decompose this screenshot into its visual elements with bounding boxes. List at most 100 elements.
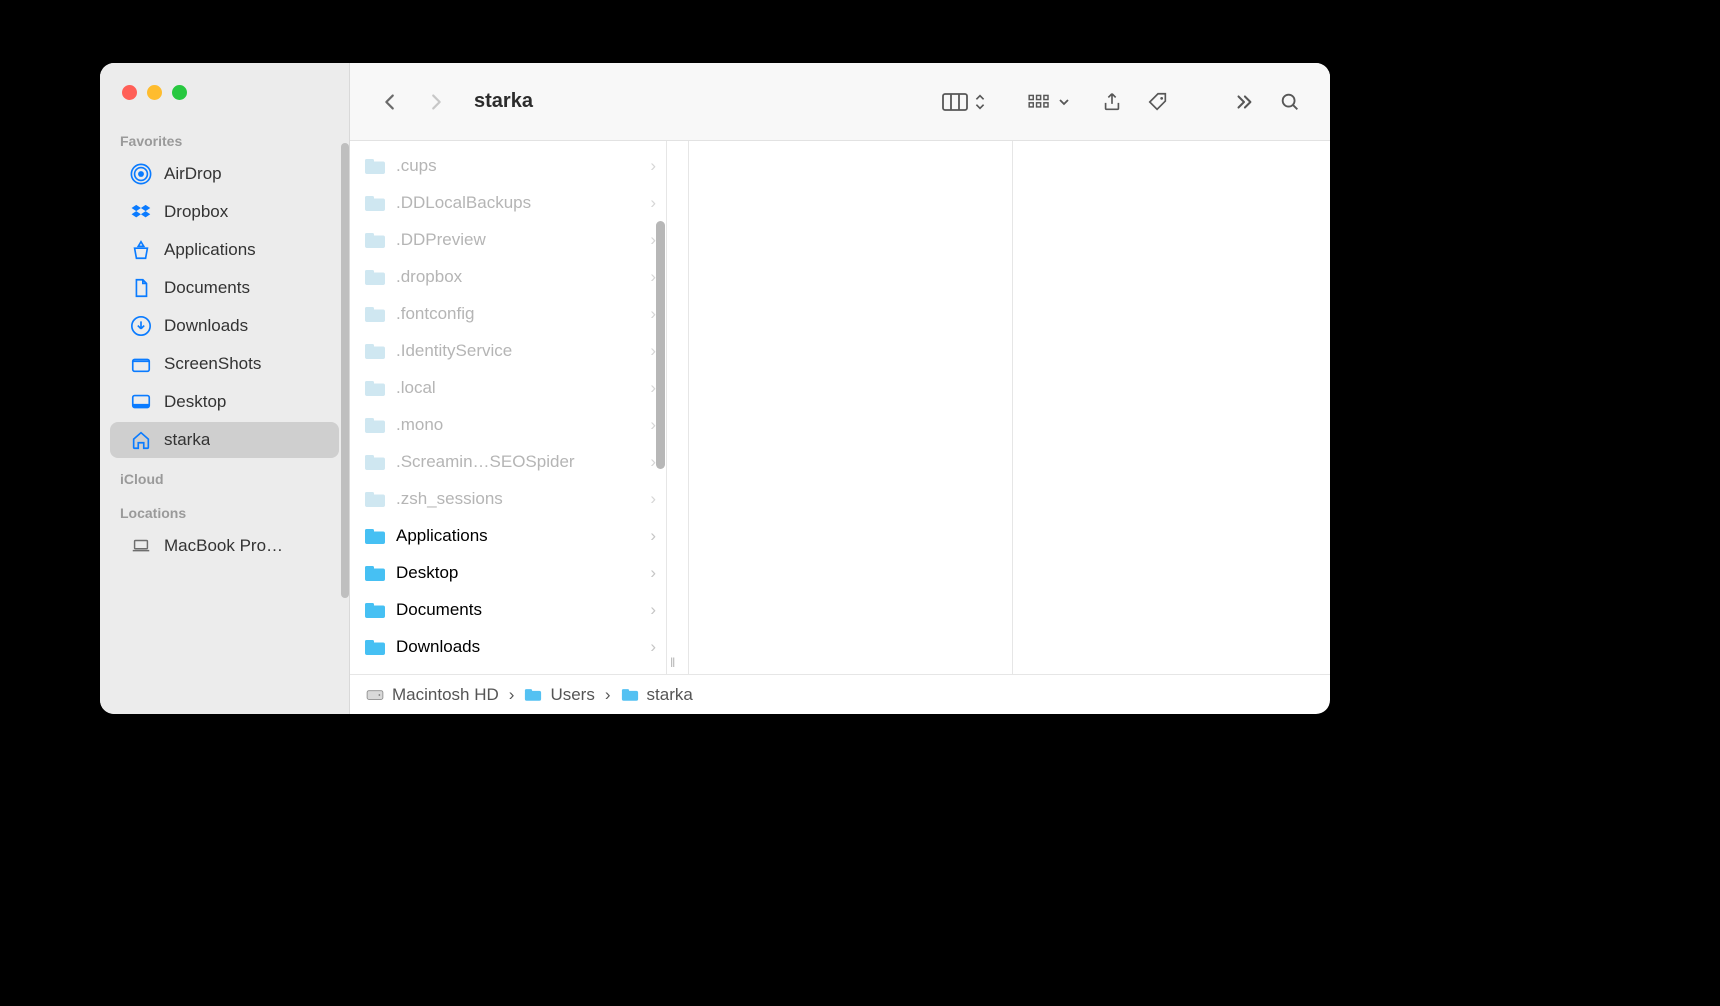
file-name: .DDPreview [396, 230, 640, 250]
chevron-down-icon [1058, 96, 1070, 108]
sidebar-item-macbook[interactable]: MacBook Pro… [110, 528, 339, 564]
folder-icon [364, 564, 386, 582]
file-row[interactable]: .dropbox› [350, 258, 666, 295]
tag-icon [1147, 91, 1169, 113]
back-button[interactable] [372, 84, 408, 120]
content-area: starka [350, 63, 1330, 714]
chevron-double-right-icon [1233, 91, 1255, 113]
path-crumb-users[interactable]: Users [524, 685, 594, 705]
file-row[interactable]: Downloads › [350, 628, 666, 665]
toolbar: starka [350, 63, 1330, 141]
empty-column [689, 141, 1013, 674]
sidebar-item-downloads[interactable]: Downloads [110, 308, 339, 344]
sidebar-item-label: starka [164, 430, 210, 450]
folder-icon [364, 453, 386, 471]
zoom-window-button[interactable] [172, 85, 187, 100]
folder-icon [364, 416, 386, 434]
overflow-button[interactable] [1226, 84, 1262, 120]
breadcrumb-separator-icon: › [605, 685, 611, 705]
desktop-icon [130, 391, 152, 413]
home-folder-icon [621, 687, 639, 702]
minimize-window-button[interactable] [147, 85, 162, 100]
home-icon [130, 429, 152, 451]
file-row[interactable]: .Screamin…SEOSpider› [350, 443, 666, 480]
path-crumb-label: starka [647, 685, 693, 705]
sidebar-item-label: AirDrop [164, 164, 222, 184]
sidebar-item-label: Applications [164, 240, 256, 260]
column-resize-handle-icon[interactable]: ‖ [670, 655, 677, 670]
folder-icon [364, 601, 386, 619]
file-name: .local [396, 378, 640, 398]
file-row[interactable]: .mono› [350, 406, 666, 443]
hard-drive-icon [366, 688, 384, 702]
file-name: .mono [396, 415, 640, 435]
chevron-right-icon: › [650, 637, 656, 657]
tags-button[interactable] [1140, 84, 1176, 120]
sidebar-section-locations: Locations [100, 493, 349, 527]
view-switcher[interactable] [940, 91, 986, 113]
file-name: .IdentityService [396, 341, 640, 361]
sidebar-item-desktop[interactable]: Desktop [110, 384, 339, 420]
forward-button[interactable] [418, 84, 454, 120]
file-row[interactable]: Documents › [350, 591, 666, 628]
chevron-right-icon: › [650, 526, 656, 546]
columns-view-icon [940, 91, 970, 113]
column-scrollbar[interactable] [656, 221, 665, 469]
sidebar: Favorites AirDrop Dropbox Applications D… [100, 63, 350, 714]
window-title: starka [474, 90, 533, 113]
folder-icon [364, 194, 386, 212]
share-button[interactable] [1094, 84, 1130, 120]
chevron-right-icon: › [650, 156, 656, 176]
folder-icon [364, 305, 386, 323]
sidebar-item-screenshots[interactable]: ScreenShots [110, 346, 339, 382]
airdrop-icon [130, 163, 152, 185]
file-column[interactable]: .cups›.DDLocalBackups›.DDPreview›.dropbo… [350, 141, 667, 674]
file-name: .Screamin…SEOSpider [396, 452, 640, 472]
file-name: .fontconfig [396, 304, 640, 324]
sidebar-item-dropbox[interactable]: Dropbox [110, 194, 339, 230]
sidebar-item-label: Desktop [164, 392, 226, 412]
sidebar-item-label: ScreenShots [164, 354, 261, 374]
applications-icon [130, 239, 152, 261]
sidebar-item-label: MacBook Pro… [164, 536, 283, 556]
chevron-right-icon: › [650, 600, 656, 620]
file-row[interactable]: .local› [350, 369, 666, 406]
file-name: Downloads [396, 637, 640, 657]
folder-icon [364, 379, 386, 397]
folder-icon [364, 342, 386, 360]
folder-icon [130, 353, 152, 375]
sidebar-scrollbar[interactable] [341, 143, 349, 598]
dropbox-icon [130, 201, 152, 223]
breadcrumb-separator-icon: › [509, 685, 515, 705]
sidebar-item-documents[interactable]: Documents [110, 270, 339, 306]
file-row[interactable]: .fontconfig› [350, 295, 666, 332]
path-crumb-starka[interactable]: starka [621, 685, 693, 705]
group-by-button[interactable] [1024, 93, 1070, 111]
file-row[interactable]: .zsh_sessions› [350, 480, 666, 517]
sidebar-item-home[interactable]: starka [110, 422, 339, 458]
sidebar-item-applications[interactable]: Applications [110, 232, 339, 268]
path-crumb-label: Users [550, 685, 594, 705]
chevron-right-icon: › [650, 563, 656, 583]
file-row[interactable]: .cups› [350, 147, 666, 184]
folder-icon [364, 527, 386, 545]
sidebar-item-label: Dropbox [164, 202, 228, 222]
path-crumb-label: Macintosh HD [392, 685, 499, 705]
close-window-button[interactable] [122, 85, 137, 100]
grid-icon [1024, 93, 1054, 111]
file-row[interactable]: Applications› [350, 517, 666, 554]
path-bar: Macintosh HD › Users › starka [350, 674, 1330, 714]
file-row[interactable]: .DDLocalBackups› [350, 184, 666, 221]
path-crumb-hd[interactable]: Macintosh HD [366, 685, 499, 705]
preview-column [1013, 141, 1330, 674]
column-divider[interactable]: ‖ [667, 141, 689, 674]
sidebar-item-airdrop[interactable]: AirDrop [110, 156, 339, 192]
folder-icon [524, 687, 542, 702]
file-row[interactable]: Desktop› [350, 554, 666, 591]
file-name: Documents [396, 600, 640, 620]
file-row[interactable]: .IdentityService› [350, 332, 666, 369]
share-icon [1101, 91, 1123, 113]
finder-window: Favorites AirDrop Dropbox Applications D… [100, 63, 1330, 714]
search-button[interactable] [1272, 84, 1308, 120]
file-row[interactable]: .DDPreview› [350, 221, 666, 258]
